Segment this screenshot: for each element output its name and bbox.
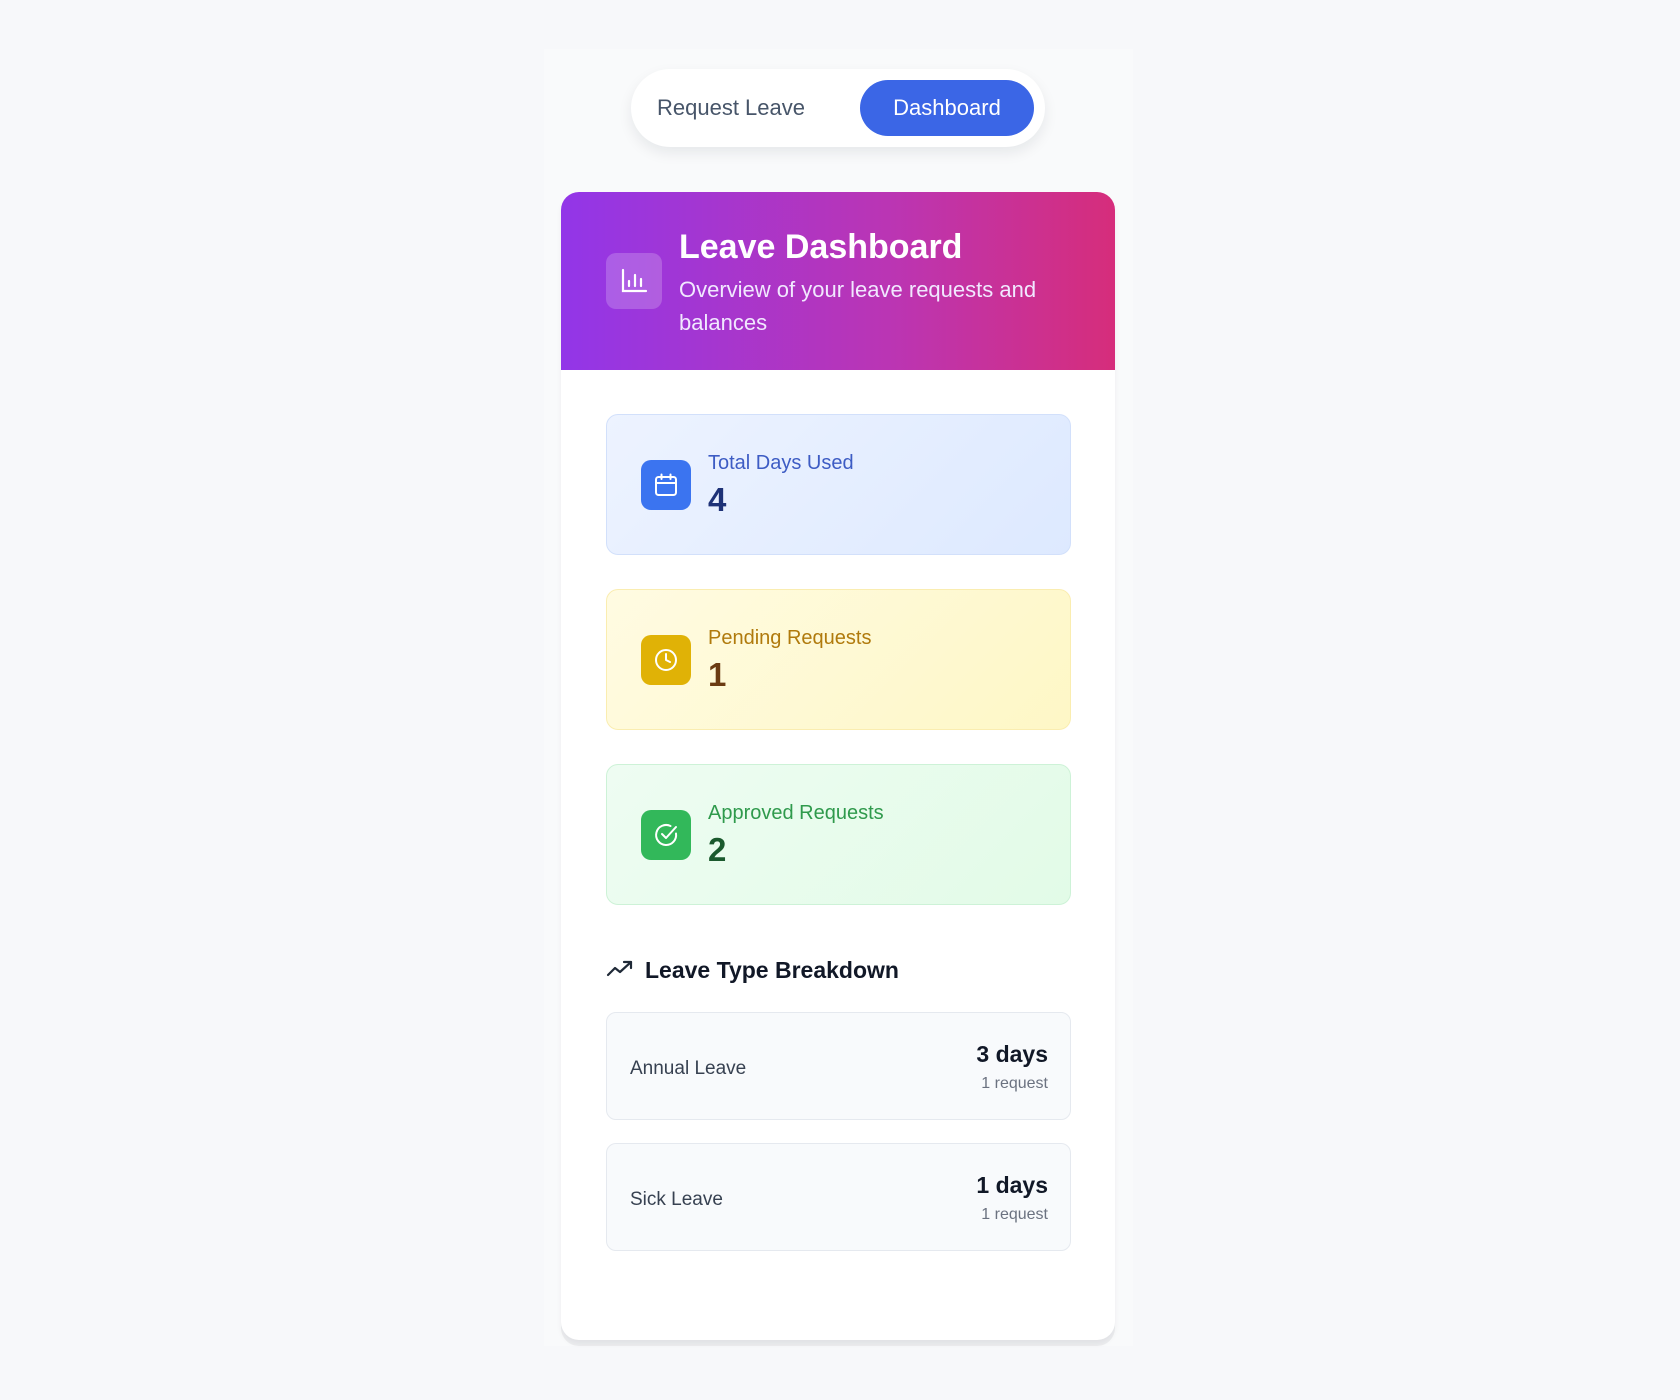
page-title: Leave Dashboard — [679, 228, 963, 266]
trending-up-icon — [606, 960, 633, 977]
leave-type-name: Annual Leave — [630, 1058, 747, 1079]
stat-value: 2 — [708, 831, 727, 868]
stat-pending-requests: Pending Requests 1 — [606, 589, 1071, 730]
list-item: Annual Leave 3 days 1 request — [606, 1012, 1071, 1120]
calendar-icon — [641, 460, 691, 510]
view-tabs: Request Leave Dashboard — [631, 69, 1045, 147]
leave-type-request-count: 1 request — [981, 1206, 1048, 1223]
page-subtitle: Overview of your leave requests and bala… — [679, 277, 1037, 335]
stat-total-days-used: Total Days Used 4 — [606, 414, 1071, 555]
stat-label: Approved Requests — [708, 802, 884, 824]
stat-label: Pending Requests — [708, 627, 872, 649]
list-item: Sick Leave 1 days 1 request — [606, 1143, 1071, 1251]
stat-label: Total Days Used — [708, 452, 854, 474]
stat-value: 4 — [708, 481, 727, 518]
stat-value: 1 — [708, 656, 727, 693]
leave-type-name: Sick Leave — [630, 1189, 723, 1210]
dashboard-header: Leave Dashboard Overview of your leave r… — [561, 192, 1115, 370]
leave-type-request-count: 1 request — [981, 1075, 1048, 1092]
stat-approved-requests: Approved Requests 2 — [606, 764, 1071, 905]
leave-type-days: 3 days — [976, 1041, 1048, 1067]
dashboard-card: Leave Dashboard Overview of your leave r… — [561, 192, 1115, 1340]
leave-type-days: 1 days — [976, 1172, 1048, 1198]
section-title: Leave Type Breakdown — [645, 957, 899, 983]
tab-dashboard[interactable]: Dashboard — [860, 80, 1034, 136]
bar-chart-icon — [606, 253, 662, 309]
check-circle-icon — [641, 810, 691, 860]
clock-icon — [641, 635, 691, 685]
tab-request-leave[interactable]: Request Leave — [645, 80, 817, 136]
